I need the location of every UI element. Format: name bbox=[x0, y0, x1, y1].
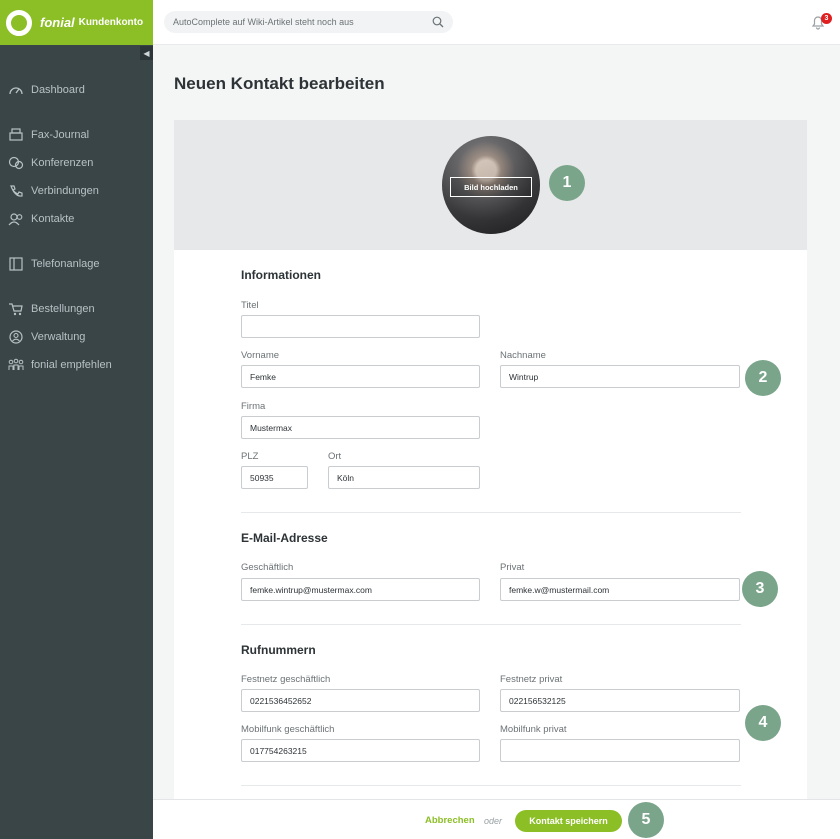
nachname-field[interactable]: Wintrup bbox=[500, 365, 740, 388]
vorname-field[interactable]: Femke bbox=[241, 365, 480, 388]
sidebar-item-label: Konferenzen bbox=[31, 157, 94, 169]
step-marker-2: 2 bbox=[745, 360, 781, 396]
upload-image-button[interactable]: Bild hochladen bbox=[450, 177, 532, 197]
titel-label: Titel bbox=[241, 300, 259, 311]
sidebar-collapse-button[interactable]: ◀ bbox=[140, 46, 153, 60]
sidebar-item-label: Fax-Journal bbox=[31, 129, 90, 141]
section-title-rufnummern: Rufnummern bbox=[241, 643, 316, 657]
sidebar-item-telefonanlage[interactable]: Telefonanlage bbox=[0, 253, 153, 275]
sidebar-item-kontakte[interactable]: Kontakte bbox=[0, 208, 153, 230]
cart-icon bbox=[8, 302, 24, 316]
mobile-business-field[interactable]: 017754263215 bbox=[241, 739, 480, 762]
mobile-private-field[interactable] bbox=[500, 739, 740, 762]
sidebar-item-label: Kontakte bbox=[31, 213, 75, 225]
brand-subtitle: Kundenkonto bbox=[78, 17, 144, 28]
photo-area: Bild hochladen 1 bbox=[174, 120, 807, 250]
fonial-logo bbox=[6, 9, 32, 36]
plz-field[interactable]: 50935 bbox=[241, 466, 308, 489]
search-input[interactable]: AutoComplete auf Wiki-Artikel steht noch… bbox=[164, 11, 453, 33]
section-divider bbox=[241, 512, 741, 513]
section-divider bbox=[241, 785, 741, 786]
step-marker-1: 1 bbox=[549, 165, 585, 201]
email-private-label: Privat bbox=[500, 562, 525, 573]
sidebar-item-label: Bestellungen bbox=[31, 303, 95, 315]
user-admin-icon bbox=[8, 330, 24, 344]
cancel-link[interactable]: Abbrechen bbox=[425, 815, 475, 826]
landline-business-label: Festnetz geschäftlich bbox=[241, 674, 331, 685]
plz-label: PLZ bbox=[241, 451, 259, 462]
sidebar-item-verbindungen[interactable]: Verbindungen bbox=[0, 180, 153, 202]
sidebar-item-label: Verbindungen bbox=[31, 185, 99, 197]
avatar: Bild hochladen bbox=[442, 136, 540, 234]
conference-icon bbox=[8, 156, 24, 170]
sidebar-item-label: Telefonanlage bbox=[31, 258, 100, 270]
landline-business-field[interactable]: 0221536452652 bbox=[241, 689, 480, 712]
titel-field[interactable] bbox=[241, 315, 480, 338]
pbx-icon bbox=[8, 257, 24, 271]
step-marker-4: 4 bbox=[745, 705, 781, 741]
sidebar-item-konferenzen[interactable]: Konferenzen bbox=[0, 152, 153, 174]
search-placeholder: AutoComplete auf Wiki-Artikel steht noch… bbox=[173, 17, 354, 27]
email-business-field[interactable]: femke.wintrup@mustermax.com bbox=[241, 578, 480, 601]
notification-badge: 3 bbox=[821, 13, 832, 24]
email-business-label: Geschäftlich bbox=[241, 562, 294, 573]
sidebar-item-fonial-empfehlen[interactable]: fonial empfehlen bbox=[0, 354, 153, 376]
section-divider bbox=[241, 624, 741, 625]
email-private-field[interactable]: femke.w@mustermail.com bbox=[500, 578, 740, 601]
contact-form-card: Bild hochladen 1 Informationen Titel Vor… bbox=[174, 120, 807, 839]
vorname-label: Vorname bbox=[241, 350, 280, 361]
brand-name: fonial bbox=[40, 15, 75, 30]
gauge-icon bbox=[8, 83, 24, 97]
firma-label: Firma bbox=[241, 401, 266, 412]
nachname-label: Nachname bbox=[500, 350, 546, 361]
mobile-private-label: Mobilfunk privat bbox=[500, 724, 567, 735]
main-content: Neuen Kontakt bearbeiten Bild hochladen … bbox=[153, 45, 840, 839]
form-actions-bar: Abbrechen oder Kontakt speichern 5 bbox=[153, 799, 840, 839]
sidebar-item-verwaltung[interactable]: Verwaltung bbox=[0, 326, 153, 348]
sidebar-item-fax-journal[interactable]: Fax-Journal bbox=[0, 124, 153, 146]
or-text: oder bbox=[484, 816, 503, 826]
recommend-icon bbox=[8, 358, 24, 372]
ort-field[interactable]: Köln bbox=[328, 466, 480, 489]
firma-field[interactable]: Mustermax bbox=[241, 416, 480, 439]
section-title-informationen: Informationen bbox=[241, 268, 321, 282]
step-marker-3: 3 bbox=[742, 571, 778, 607]
contacts-icon bbox=[8, 212, 24, 226]
sidebar-item-dashboard[interactable]: Dashboard bbox=[0, 79, 153, 101]
brand-header[interactable]: fonial Kundenkonto bbox=[0, 0, 153, 45]
save-contact-button[interactable]: Kontakt speichern bbox=[515, 810, 622, 832]
search-icon[interactable] bbox=[432, 16, 444, 28]
ort-label: Ort bbox=[328, 451, 342, 462]
mobile-business-label: Mobilfunk geschäftlich bbox=[241, 724, 335, 735]
phone-icon bbox=[8, 184, 24, 198]
fax-icon bbox=[8, 128, 24, 142]
sidebar: fonial Kundenkonto ◀ Dashboard Fax-Journ… bbox=[0, 0, 153, 839]
section-title-email: E-Mail-Adresse bbox=[241, 531, 328, 545]
sidebar-item-label: Verwaltung bbox=[31, 331, 86, 343]
sidebar-item-bestellungen[interactable]: Bestellungen bbox=[0, 298, 153, 320]
page-title: Neuen Kontakt bearbeiten bbox=[174, 74, 385, 93]
sidebar-item-label: fonial empfehlen bbox=[31, 359, 112, 371]
sidebar-item-label: Dashboard bbox=[31, 84, 85, 96]
landline-private-field[interactable]: 022156532125 bbox=[500, 689, 740, 712]
step-marker-5: 5 bbox=[628, 802, 664, 838]
top-bar: AutoComplete auf Wiki-Artikel steht noch… bbox=[153, 0, 840, 45]
landline-private-label: Festnetz privat bbox=[500, 674, 563, 685]
